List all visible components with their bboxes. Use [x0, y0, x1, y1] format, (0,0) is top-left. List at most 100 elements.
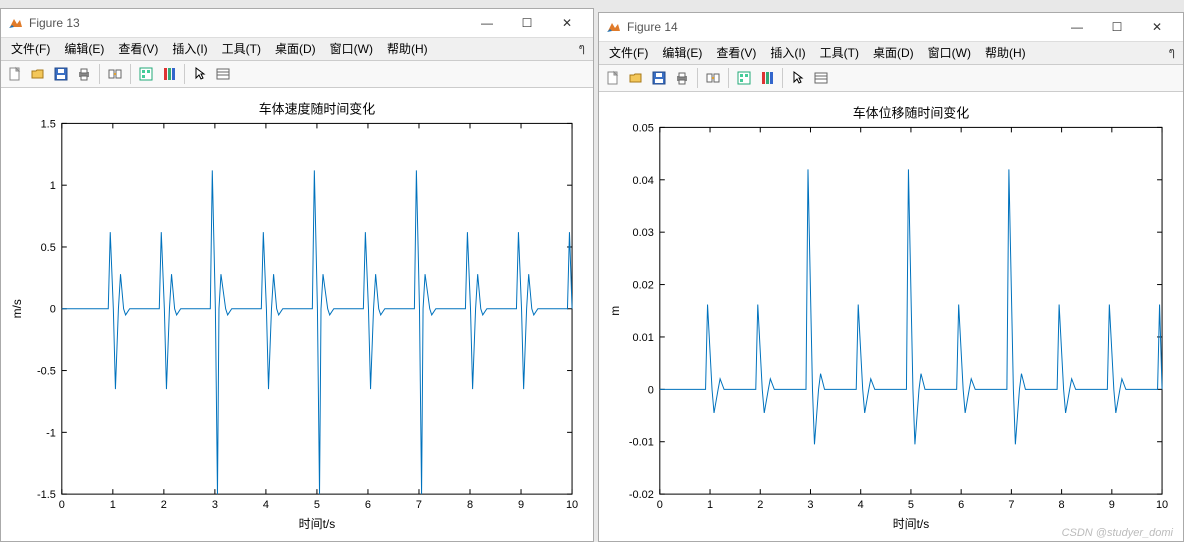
link-icon[interactable] [703, 68, 723, 88]
menubar: 文件(F) 编辑(E) 查看(V) 插入(I) 工具(T) 桌面(D) 窗口(W… [1, 38, 593, 61]
svg-text:-1.5: -1.5 [37, 489, 56, 501]
svg-text:7: 7 [1008, 499, 1014, 511]
x-axis-label: 时间t/s [299, 517, 336, 531]
svg-text:2: 2 [161, 499, 167, 511]
titlebar[interactable]: Figure 13 — ☐ ✕ [1, 9, 593, 38]
menu-overflow-icon[interactable]: ๆ [575, 39, 589, 58]
svg-text:0: 0 [648, 384, 654, 396]
svg-text:3: 3 [807, 499, 813, 511]
svg-text:-0.5: -0.5 [37, 365, 56, 377]
svg-text:4: 4 [263, 499, 269, 511]
svg-text:5: 5 [314, 499, 320, 511]
svg-text:3: 3 [212, 499, 218, 511]
menu-file[interactable]: 文件(F) [5, 38, 56, 59]
close-button[interactable]: ✕ [1137, 13, 1177, 41]
menu-edit[interactable]: 编辑(E) [656, 42, 708, 63]
svg-text:7: 7 [416, 499, 422, 511]
open-icon[interactable] [28, 64, 48, 84]
svg-text:10: 10 [566, 499, 578, 511]
colorbar-icon[interactable] [757, 68, 777, 88]
svg-text:9: 9 [518, 499, 524, 511]
figure-window-13: Figure 13 — ☐ ✕ 文件(F) 编辑(E) 查看(V) 插入(I) … [0, 8, 594, 542]
window-title: Figure 14 [627, 20, 1057, 34]
svg-text:0: 0 [59, 499, 65, 511]
x-axis-label: 时间t/s [893, 517, 930, 531]
menubar: 文件(F) 编辑(E) 查看(V) 插入(I) 工具(T) 桌面(D) 窗口(W… [599, 42, 1183, 65]
link-icon[interactable] [105, 64, 125, 84]
svg-text:0: 0 [657, 499, 663, 511]
svg-text:6: 6 [958, 499, 964, 511]
toolbar [599, 65, 1183, 92]
data-series [62, 170, 572, 494]
menu-file[interactable]: 文件(F) [603, 42, 654, 63]
toolbar-separator [728, 68, 729, 88]
menu-insert[interactable]: 插入(I) [166, 38, 213, 59]
svg-text:1: 1 [50, 180, 56, 192]
colorbar-icon[interactable] [159, 64, 179, 84]
svg-text:0.04: 0.04 [633, 174, 654, 186]
pointer-icon[interactable] [190, 64, 210, 84]
svg-text:8: 8 [467, 499, 473, 511]
svg-text:1: 1 [707, 499, 713, 511]
svg-text:0: 0 [50, 303, 56, 315]
figure-window-14: Figure 14 — ☐ ✕ 文件(F) 编辑(E) 查看(V) 插入(I) … [598, 12, 1184, 542]
toolbar-separator [184, 64, 185, 84]
menu-edit[interactable]: 编辑(E) [58, 38, 110, 59]
save-icon[interactable] [51, 64, 71, 84]
props-icon[interactable] [213, 64, 233, 84]
toolbar-separator [697, 68, 698, 88]
toolbar [1, 61, 593, 88]
axes[interactable]: 012345678910-0.02-0.0100.010.020.030.040… [599, 92, 1183, 541]
pointer-icon[interactable] [788, 68, 808, 88]
print-icon[interactable] [672, 68, 692, 88]
svg-text:0.5: 0.5 [41, 241, 56, 253]
svg-text:0.05: 0.05 [633, 122, 654, 134]
minimize-button[interactable]: — [1057, 13, 1097, 41]
svg-text:4: 4 [858, 499, 864, 511]
menu-insert[interactable]: 插入(I) [764, 42, 811, 63]
window-title: Figure 13 [29, 16, 467, 30]
svg-text:1.5: 1.5 [41, 118, 56, 130]
svg-text:-0.01: -0.01 [629, 436, 654, 448]
menu-overflow-icon[interactable]: ๆ [1165, 43, 1179, 62]
svg-text:8: 8 [1059, 499, 1065, 511]
props-icon[interactable] [811, 68, 831, 88]
svg-text:10: 10 [1156, 499, 1168, 511]
menu-help[interactable]: 帮助(H) [381, 38, 434, 59]
menu-window[interactable]: 窗口(W) [324, 38, 379, 59]
menu-view[interactable]: 查看(V) [710, 42, 762, 63]
chart-title: 车体速度随时间变化 [259, 101, 376, 116]
titlebar[interactable]: Figure 14 — ☐ ✕ [599, 13, 1183, 42]
menu-tools[interactable]: 工具(T) [216, 38, 267, 59]
svg-text:1: 1 [110, 499, 116, 511]
svg-text:0.02: 0.02 [633, 279, 654, 291]
menu-window[interactable]: 窗口(W) [922, 42, 977, 63]
datacursor-icon[interactable] [136, 64, 156, 84]
open-icon[interactable] [626, 68, 646, 88]
menu-desktop[interactable]: 桌面(D) [269, 38, 322, 59]
maximize-button[interactable]: ☐ [507, 9, 547, 37]
chart-title: 车体位移随时间变化 [853, 105, 970, 120]
svg-text:2: 2 [757, 499, 763, 511]
new-icon[interactable] [603, 68, 623, 88]
close-button[interactable]: ✕ [547, 9, 587, 37]
toolbar-separator [99, 64, 100, 84]
menu-tools[interactable]: 工具(T) [814, 42, 865, 63]
menu-desktop[interactable]: 桌面(D) [867, 42, 920, 63]
svg-text:0.03: 0.03 [633, 227, 654, 239]
minimize-button[interactable]: — [467, 9, 507, 37]
menu-view[interactable]: 查看(V) [112, 38, 164, 59]
axes[interactable]: 0 1 2 3 4 5 6 7 8 9 10 -1.5 -1 -0.5 0 0.5 1 1.5 车体速度随时间变化时… [1, 88, 593, 541]
menu-help[interactable]: 帮助(H) [979, 42, 1032, 63]
print-icon[interactable] [74, 64, 94, 84]
save-icon[interactable] [649, 68, 669, 88]
toolbar-separator [782, 68, 783, 88]
datacursor-icon[interactable] [734, 68, 754, 88]
svg-text:9: 9 [1109, 499, 1115, 511]
y-axis-label: m/s [10, 299, 24, 318]
svg-text:6: 6 [365, 499, 371, 511]
svg-text:-1: -1 [46, 427, 56, 439]
data-series [660, 169, 1162, 444]
new-icon[interactable] [5, 64, 25, 84]
maximize-button[interactable]: ☐ [1097, 13, 1137, 41]
